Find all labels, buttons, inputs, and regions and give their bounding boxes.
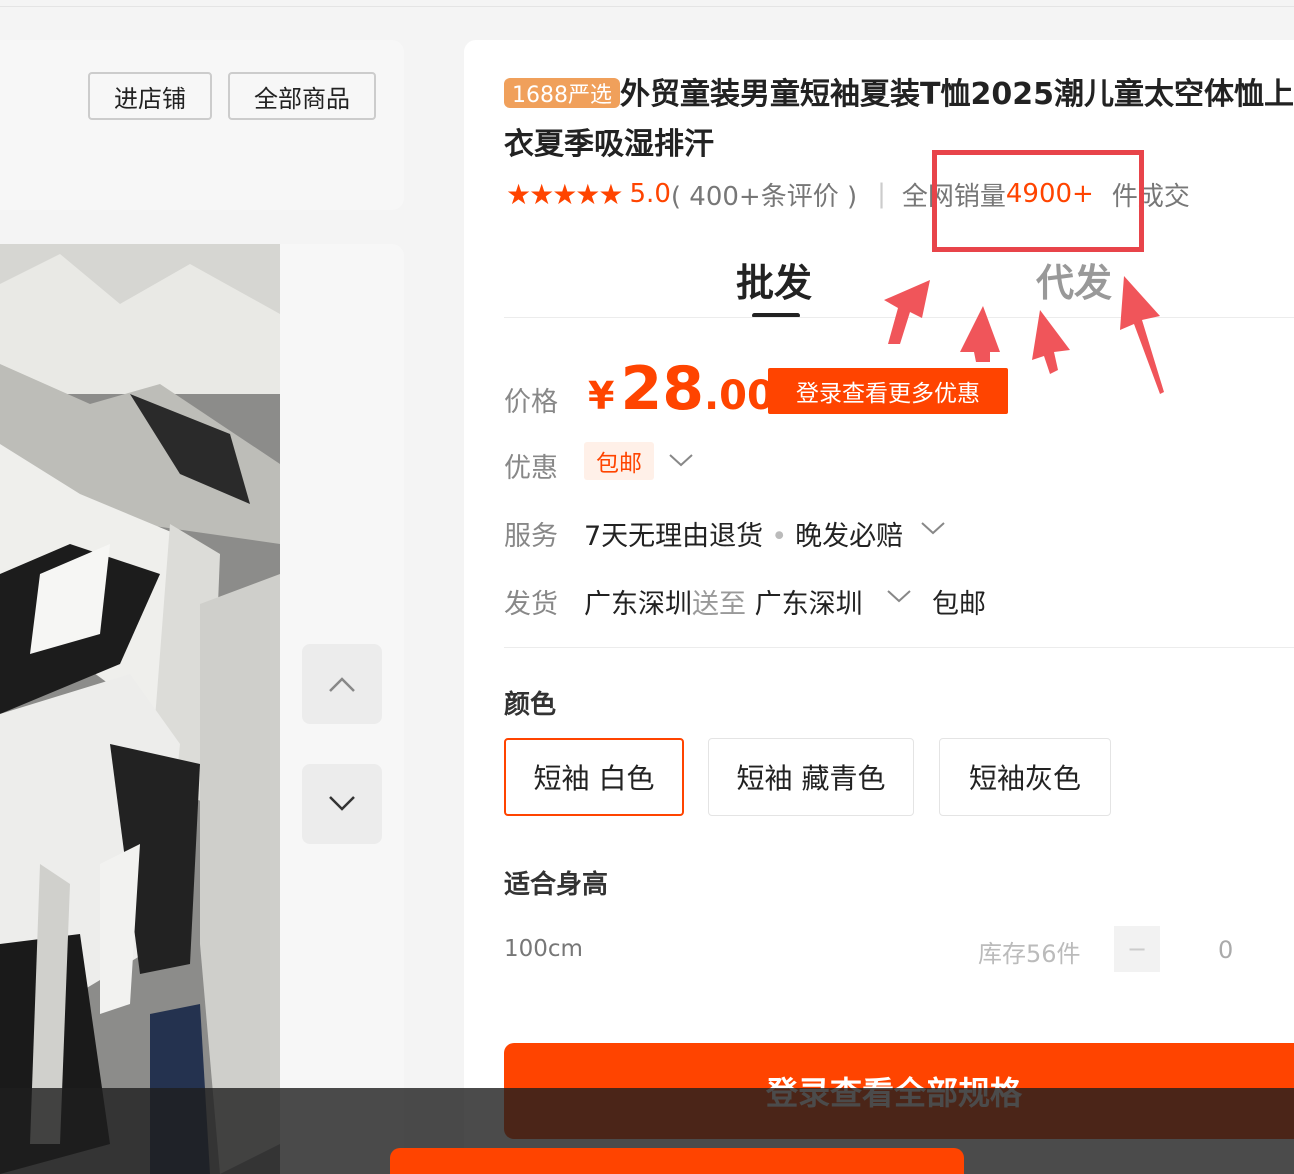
stock-count: 库存56件 — [978, 940, 1081, 968]
currency-symbol: ¥ — [588, 374, 615, 418]
rating-separator: | — [877, 179, 886, 209]
return-policy: 7天无理由退货 — [584, 521, 764, 552]
price-decimal: .00 — [703, 373, 775, 419]
rating-score: 5.0 — [629, 179, 671, 209]
product-photo — [0, 244, 280, 1174]
ship-destination[interactable]: 广东深圳 — [755, 589, 863, 620]
ship-to-label: 送至 — [692, 589, 746, 620]
gallery-next-button[interactable] — [302, 764, 382, 844]
product-main-image[interactable] — [0, 244, 280, 1174]
section-divider — [504, 647, 1294, 648]
color-option-navy[interactable]: 短袖 藏青色 — [708, 738, 914, 816]
late-delivery-guarantee: 晚发必赔 — [795, 521, 904, 552]
shipping-fee: 包邮 — [932, 589, 986, 620]
tab-dropship[interactable]: 代发 — [1036, 252, 1112, 307]
enter-store-button[interactable]: 进店铺 — [88, 72, 212, 120]
tab-wholesale[interactable]: 批发 — [736, 252, 812, 307]
star-rating-icon: ★★★★★ — [506, 177, 624, 211]
annotation-highlight-box — [932, 150, 1144, 252]
free-shipping-tag: 包邮 — [584, 442, 654, 480]
shop-header-card — [0, 40, 404, 210]
chevron-up-icon — [329, 677, 355, 692]
chevron-down-icon[interactable] — [668, 452, 694, 468]
chevron-down-icon[interactable] — [886, 588, 912, 604]
height-title: 适合身高 — [504, 870, 609, 900]
service-label: 服务 — [504, 521, 558, 552]
size-name: 100cm — [504, 936, 583, 962]
color-option-gray[interactable]: 短袖灰色 — [939, 738, 1111, 816]
all-products-button[interactable]: 全部商品 — [228, 72, 376, 120]
discount-label: 优惠 — [504, 453, 558, 484]
price-value: ¥ 28 .00 — [588, 354, 775, 424]
bottom-action-button[interactable] — [390, 1148, 964, 1174]
chevron-down-icon[interactable] — [920, 520, 946, 536]
select-badge: 1688严选 — [504, 78, 620, 108]
quantity-decrease-button[interactable]: − — [1114, 926, 1160, 972]
service-dot: • — [771, 521, 788, 552]
price-label: 价格 — [504, 387, 558, 418]
color-option-white[interactable]: 短袖 白色 — [504, 738, 684, 816]
chevron-down-icon — [329, 796, 355, 811]
service-values: 7天无理由退货 • 晚发必赔 — [584, 514, 903, 553]
color-title: 颜色 — [504, 690, 557, 720]
login-more-discounts-button[interactable]: 登录查看更多优惠 — [768, 368, 1008, 414]
ship-from: 广东深圳送至 广东深圳 — [584, 582, 863, 621]
price-integer: 28 — [620, 354, 704, 424]
review-count-link[interactable]: ( 400+条评价 ) — [671, 176, 857, 213]
tab-divider — [504, 317, 1294, 318]
shipping-label: 发货 — [504, 589, 558, 620]
top-divider — [0, 6, 1294, 7]
gallery-prev-button[interactable] — [302, 644, 382, 724]
product-title: 外贸童装男童短袖夏装T恤2025潮儿童太空体恤上衣夏季吸湿排汗 — [504, 77, 1294, 162]
quantity-input[interactable]: 0 — [1218, 936, 1233, 964]
ship-origin: 广东深圳 — [584, 589, 692, 620]
